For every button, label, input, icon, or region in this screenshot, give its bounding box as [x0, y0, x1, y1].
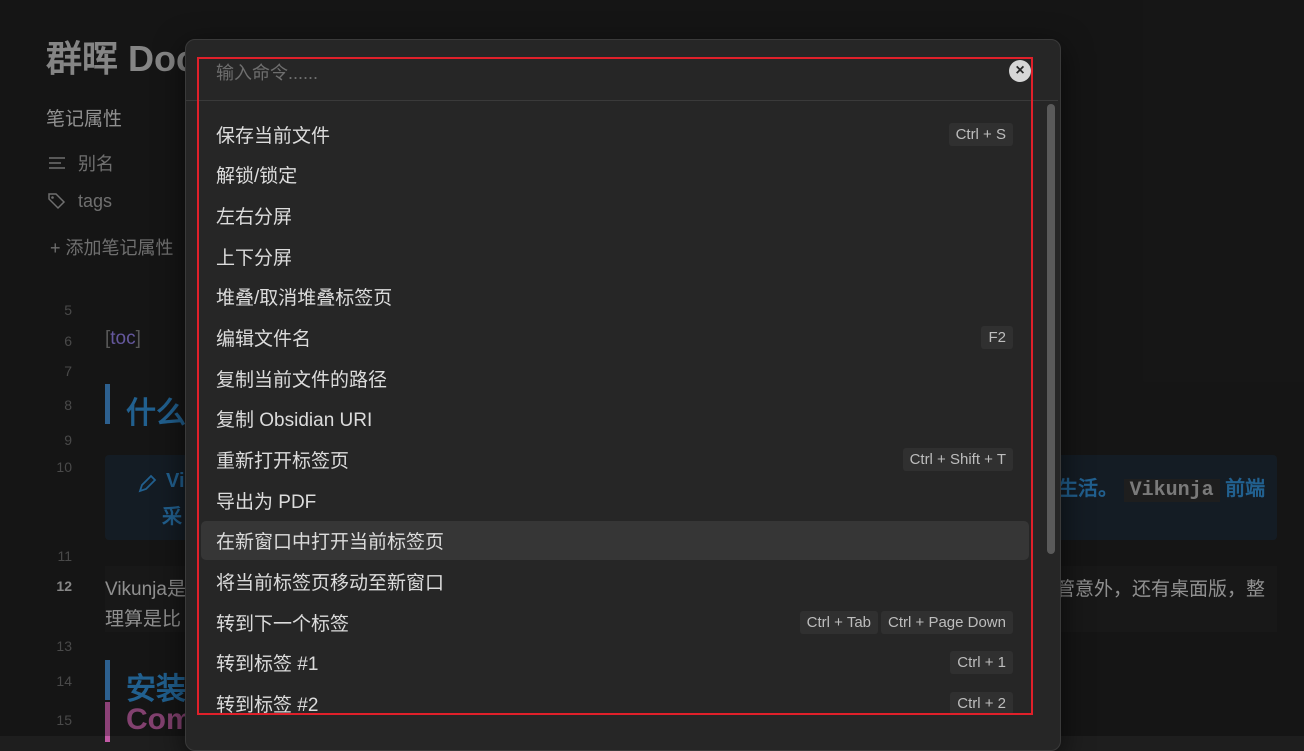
hotkey-group: Ctrl + 1	[950, 651, 1013, 675]
command-item[interactable]: 左右分屏	[201, 196, 1029, 235]
command-item[interactable]: 堆叠/取消堆叠标签页	[201, 278, 1029, 317]
command-label: 保存当前文件	[216, 125, 331, 147]
command-item[interactable]: 解锁/锁定	[201, 156, 1029, 195]
command-label: 转到下一个标签	[216, 613, 350, 635]
command-item[interactable]: 编辑文件名 F2	[201, 318, 1029, 357]
divider	[186, 100, 1058, 101]
command-label: 堆叠/取消堆叠标签页	[216, 288, 393, 310]
hotkey-group: Ctrl + S	[948, 122, 1013, 146]
command-item[interactable]: 复制当前文件的路径	[201, 359, 1029, 398]
command-item[interactable]: 转到标签 #2 Ctrl + 2	[201, 684, 1029, 723]
command-item[interactable]: 转到标签 #1 Ctrl + 1	[201, 643, 1029, 682]
command-list: 保存当前文件 Ctrl + S 解锁/锁定 左右分屏 上下分屏 堆叠/取消堆叠标签页 编辑文…	[201, 115, 1029, 725]
command-search-input[interactable]	[214, 58, 998, 88]
command-item[interactable]: 转到下一个标签 Ctrl + Tab Ctrl + Page Down	[201, 603, 1029, 642]
command-label: 复制当前文件的路径	[216, 369, 388, 391]
command-label: 导出为 PDF	[216, 491, 317, 513]
hotkey-badge: Ctrl + S	[948, 122, 1013, 146]
command-label: 转到标签 #2	[216, 694, 319, 716]
hotkey-group: Ctrl + Tab Ctrl + Page Down	[799, 610, 1013, 634]
command-item[interactable]: 将当前标签页移动至新窗口	[201, 562, 1029, 601]
command-label: 转到标签 #1	[216, 654, 319, 676]
command-item[interactable]: 导出为 PDF	[201, 481, 1029, 520]
command-item[interactable]: 保存当前文件 Ctrl + S	[201, 115, 1029, 154]
hotkey-badge: Ctrl + Page Down	[881, 610, 1013, 634]
scrollbar-thumb[interactable]	[1047, 104, 1055, 554]
command-label: 解锁/锁定	[216, 166, 298, 188]
command-label: 将当前标签页移动至新窗口	[216, 572, 445, 594]
command-item[interactable]: 在新窗口中打开当前标签页	[201, 521, 1029, 561]
command-item[interactable]: 上下分屏	[201, 237, 1029, 276]
command-label: 复制 Obsidian URI	[216, 410, 373, 432]
hotkey-group: Ctrl + Shift + T	[902, 447, 1013, 471]
command-item[interactable]: 复制 Obsidian URI	[201, 399, 1029, 438]
hotkey-group: Ctrl + 2	[950, 691, 1013, 715]
hotkey-badge: Ctrl + 1	[950, 651, 1013, 675]
command-label: 在新窗口中打开当前标签页	[216, 532, 445, 554]
hotkey-group: F2	[981, 326, 1013, 350]
hotkey-badge: Ctrl + 2	[950, 691, 1013, 715]
hotkey-badge: Ctrl + Shift + T	[902, 447, 1013, 471]
command-item[interactable]: 重新打开标签页 Ctrl + Shift + T	[201, 440, 1029, 479]
command-label: 重新打开标签页	[216, 450, 350, 472]
command-label: 上下分屏	[216, 247, 293, 269]
clear-search-button[interactable]: ×	[1009, 60, 1031, 82]
hotkey-badge: Ctrl + Tab	[799, 610, 879, 634]
command-label: 编辑文件名	[216, 329, 312, 351]
close-icon: ×	[1015, 62, 1025, 79]
command-label: 左右分屏	[216, 207, 293, 229]
hotkey-badge: F2	[981, 326, 1013, 350]
